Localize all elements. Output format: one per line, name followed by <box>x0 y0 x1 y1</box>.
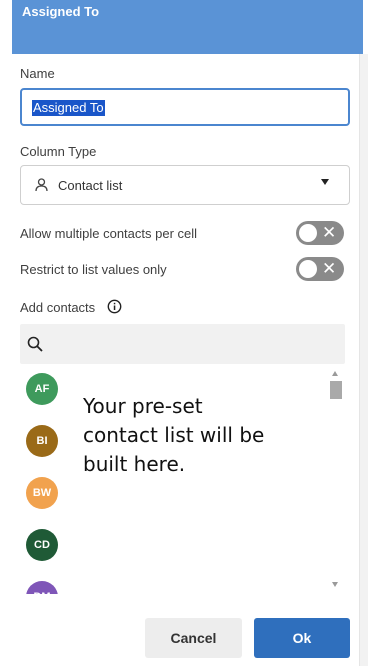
scroll-thumb[interactable] <box>330 381 342 399</box>
close-icon: ✕ <box>322 259 337 278</box>
name-label: Name <box>20 66 55 81</box>
search-icon <box>27 336 43 357</box>
dialog-title: Assigned To <box>22 4 100 19</box>
avatar[interactable]: BI <box>26 425 58 457</box>
avatar[interactable]: AF <box>26 373 58 405</box>
avatar[interactable]: DM <box>26 581 58 594</box>
contact-list-scrollbar[interactable] <box>329 368 343 594</box>
column-type-label: Column Type <box>20 144 97 159</box>
toggle-knob <box>299 224 317 242</box>
scroll-up-icon[interactable] <box>332 371 338 376</box>
contact-list-note: Your pre-set contact list will be built … <box>83 394 265 476</box>
name-input[interactable]: Assigned To <box>20 88 350 126</box>
avatar[interactable]: CD <box>26 529 58 561</box>
toggle-allow-multiple[interactable]: ✕ <box>296 221 344 245</box>
info-icon[interactable] <box>107 299 122 319</box>
toggle-knob <box>299 260 317 278</box>
avatar[interactable]: BW <box>26 477 58 509</box>
contact-search-input[interactable] <box>20 324 345 364</box>
add-contacts-label: Add contacts <box>20 300 96 315</box>
column-type-value: Contact list <box>58 178 123 193</box>
toggle-label-multiple: Allow multiple contacts per cell <box>20 226 198 241</box>
close-icon: ✕ <box>322 223 337 242</box>
toggle-restrict-list[interactable]: ✕ <box>296 257 344 281</box>
chevron-down-icon <box>321 179 329 185</box>
toggle-label-restrict: Restrict to list values only <box>20 262 167 277</box>
cancel-button[interactable]: Cancel <box>145 618 242 658</box>
person-icon <box>35 178 48 197</box>
dialog-header: Assigned To <box>12 0 363 54</box>
right-rail <box>359 54 368 666</box>
name-input-value: Assigned To <box>32 100 105 116</box>
ok-button[interactable]: Ok <box>254 618 350 658</box>
column-type-select[interactable]: Contact list <box>20 165 350 205</box>
scroll-down-icon[interactable] <box>332 582 338 587</box>
